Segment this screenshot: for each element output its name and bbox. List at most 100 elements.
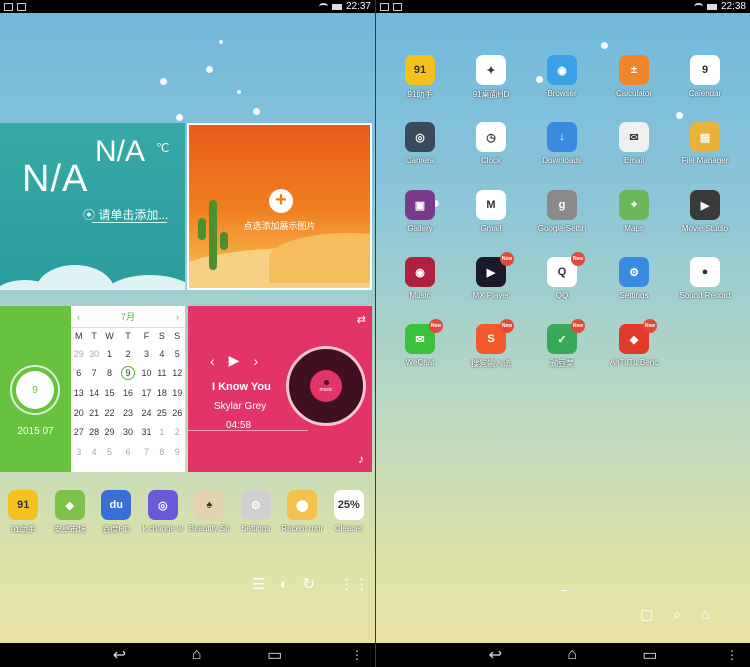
app-shortcut[interactable]: ◉ Music <box>386 257 454 300</box>
home-button[interactable]: ⌂ <box>567 646 577 664</box>
music-note-icon[interactable]: ♪ <box>358 452 364 466</box>
calendar-day[interactable]: 18 <box>154 383 169 403</box>
dock-app[interactable]: ♠ Beautify Sh <box>186 490 233 535</box>
back-button[interactable]: ↩ <box>113 645 126 665</box>
app-shortcut[interactable]: ✉ Email <box>600 122 668 165</box>
calendar-day[interactable]: 4 <box>86 442 101 462</box>
app-shortcut[interactable]: ◎ Camera <box>386 122 454 165</box>
app-drawer-icon[interactable]: ⋮⋮⋮ <box>339 575 375 593</box>
calendar-day[interactable]: 27 <box>71 422 86 442</box>
calendar-day[interactable]: 13 <box>71 383 86 403</box>
calendar-day[interactable]: 12 <box>170 364 185 384</box>
calendar-day[interactable]: 19 <box>170 383 185 403</box>
calendar-day[interactable]: 31 <box>139 422 154 442</box>
app-shortcut[interactable]: ↓ Downloads <box>528 122 596 165</box>
calendar-day[interactable]: 21 <box>86 403 101 423</box>
calendar-next-button[interactable]: › <box>176 312 179 322</box>
calendar-day[interactable]: 7 <box>139 442 154 462</box>
app-shortcut[interactable]: ◷ Clock <box>457 122 525 165</box>
calendar-day[interactable]: 11 <box>154 364 169 384</box>
calendar-day[interactable]: 5 <box>170 344 185 364</box>
app-shortcut[interactable]: ▤ File Manager <box>671 122 739 165</box>
app-shortcut[interactable]: ▶ Movie Studio <box>671 190 739 233</box>
refresh-icon[interactable]: ↻ <box>303 575 316 593</box>
app-shortcut[interactable]: S New 搜狗输入法 <box>457 319 525 369</box>
dock-app[interactable]: ⬤ Recent runr <box>279 490 326 535</box>
calendar-day[interactable]: 3 <box>71 442 86 462</box>
weather-widget[interactable]: N/A ℃ N/A ⦿ 请单击添加... <box>0 123 185 290</box>
calendar-day[interactable]: 8 <box>102 364 117 384</box>
home-icon[interactable]: ⌂ <box>701 606 709 623</box>
search-icon[interactable]: ⌕ <box>673 606 681 623</box>
calendar-day[interactable]: 1 <box>154 422 169 442</box>
music-widget[interactable]: ⇄ ‹ ▶ › I Know You Skylar Grey 04:58 mus… <box>188 306 372 472</box>
date-widget[interactable]: 9 2015 07 <box>0 306 71 472</box>
weather-location[interactable]: ⦿ 请单击添加... <box>83 206 168 223</box>
overflow-menu-icon[interactable]: ⋮ <box>726 648 738 662</box>
app-shortcut[interactable]: Q New QQ <box>528 252 596 300</box>
calendar-day[interactable]: 28 <box>86 422 101 442</box>
dock-app[interactable]: 91 91助手 <box>0 490 47 535</box>
calendar-day[interactable]: 9 <box>170 442 185 462</box>
calendar-day[interactable]: 29 <box>71 344 86 364</box>
app-shortcut[interactable]: 91 91助手 <box>386 55 454 100</box>
photo-widget[interactable]: + 点选添加展示图片 <box>187 123 372 290</box>
widgets-icon[interactable]: ▢ <box>640 606 653 623</box>
calendar-day[interactable]: 26 <box>170 403 185 423</box>
calendar-day[interactable]: 16 <box>117 383 139 403</box>
calendar-day[interactable]: 29 <box>102 422 117 442</box>
calendar-day[interactable]: 30 <box>117 422 139 442</box>
home-button[interactable]: ⌂ <box>192 646 202 664</box>
dock-app[interactable]: ◆ 安卓市场 <box>47 490 94 535</box>
recents-button[interactable]: ▭ <box>267 645 282 665</box>
app-shortcut[interactable]: ± Calculator <box>600 55 668 98</box>
play-button[interactable]: ▶ <box>229 352 240 369</box>
dock-app[interactable]: ◎ k change w <box>140 490 187 535</box>
calendar-day[interactable]: 8 <box>154 442 169 462</box>
previous-track-button[interactable]: ‹ <box>210 353 215 369</box>
calendar-day[interactable]: 3 <box>139 344 154 364</box>
shuffle-icon[interactable]: ⇄ <box>357 313 366 326</box>
recents-button[interactable]: ▭ <box>642 645 657 665</box>
app-shortcut[interactable]: M Gmail <box>457 190 525 233</box>
app-shortcut[interactable]: ✦ 91桌面HD <box>457 55 525 100</box>
calendar-day[interactable]: 6 <box>71 364 86 384</box>
calendar-day[interactable]: 6 <box>117 442 139 462</box>
app-shortcut[interactable]: ⚙ Settings <box>600 257 668 300</box>
app-shortcut[interactable]: 9 Calendar <box>671 55 739 98</box>
next-track-button[interactable]: › <box>253 353 258 369</box>
back-button[interactable]: ↩ <box>489 645 502 665</box>
app-shortcut[interactable]: ◉ Browser <box>528 55 596 98</box>
app-shortcut[interactable]: ▣ Gallery <box>386 190 454 233</box>
app-shortcut[interactable]: ▶ New MX Player <box>457 252 525 300</box>
calendar-day[interactable]: 5 <box>102 442 117 462</box>
calendar-day[interactable]: 7 <box>86 364 101 384</box>
calendar-day[interactable]: 30 <box>86 344 101 364</box>
calendar-day[interactable]: 2 <box>170 422 185 442</box>
dock-app[interactable]: 25% Cleaner <box>326 490 373 535</box>
app-shortcut[interactable]: ✓ New 豌豆荚 <box>528 319 596 369</box>
calendar-day[interactable]: 14 <box>86 383 101 403</box>
overflow-menu-icon[interactable]: ⋮ <box>351 648 363 662</box>
calendar-day[interactable]: 25 <box>154 403 169 423</box>
calendar-day[interactable]: 17 <box>139 383 154 403</box>
calendar-day[interactable]: 4 <box>154 344 169 364</box>
add-photo-button[interactable]: + <box>269 189 293 213</box>
app-shortcut[interactable]: ✉ New WeChat <box>386 319 454 367</box>
calendar-day[interactable]: 22 <box>102 403 117 423</box>
calendar-day[interactable]: 2 <box>117 344 139 364</box>
theme-icon[interactable]: ◐ <box>279 576 288 593</box>
calendar-day[interactable]: 10 <box>139 364 154 384</box>
calendar-day[interactable]: 23 <box>117 403 139 423</box>
calendar-day[interactable]: 20 <box>71 403 86 423</box>
app-shortcut[interactable]: ⌖ Maps <box>600 190 668 233</box>
dock-app[interactable]: du 百度HD <box>93 490 140 535</box>
app-shortcut[interactable]: g Google Settin <box>528 190 596 233</box>
calendar-prev-button[interactable]: ‹ <box>77 312 80 322</box>
calendar-day[interactable]: 1 <box>102 344 117 364</box>
dock-app[interactable]: ⚙ Settings <box>233 490 280 535</box>
calendar-day[interactable]: 15 <box>102 383 117 403</box>
app-shortcut[interactable]: ● Sound Record <box>671 257 739 300</box>
calendar-day[interactable]: 9 <box>117 364 139 384</box>
app-shortcut[interactable]: ◆ New AnTuTu Benc <box>600 319 668 367</box>
